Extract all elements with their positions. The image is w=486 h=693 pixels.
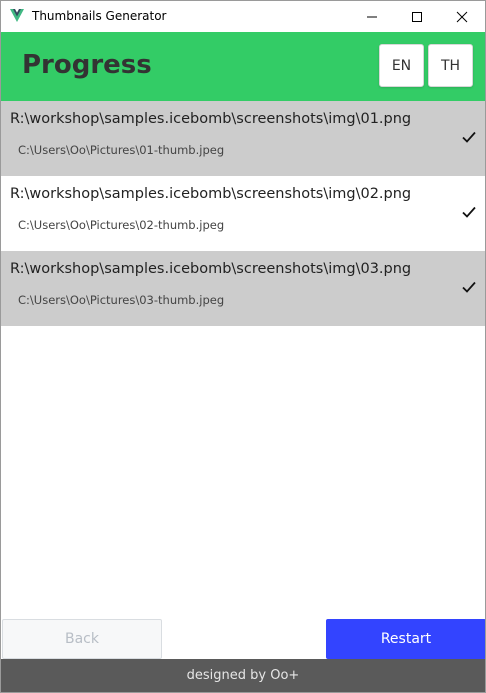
list-item: R:\workshop\samples.icebomb\screenshots\… xyxy=(1,251,485,326)
close-icon xyxy=(456,11,468,23)
checkmark-icon xyxy=(462,206,476,218)
title-bar[interactable]: Thumbnails Generator xyxy=(1,1,485,32)
checkmark-icon xyxy=(462,131,476,143)
close-button[interactable] xyxy=(439,1,485,32)
back-button[interactable]: Back xyxy=(2,619,162,659)
language-th-button[interactable]: TH xyxy=(428,44,473,87)
list-item: R:\workshop\samples.icebomb\screenshots\… xyxy=(1,101,485,176)
list-item: R:\workshop\samples.icebomb\screenshots\… xyxy=(1,176,485,251)
output-path: C:\Users\Oo\Pictures\01-thumb.jpeg xyxy=(18,143,225,157)
checkmark-icon xyxy=(462,281,476,293)
maximize-button[interactable] xyxy=(394,1,440,32)
page-title: Progress xyxy=(22,50,152,80)
restart-button[interactable]: Restart xyxy=(326,619,485,659)
progress-list: R:\workshop\samples.icebomb\screenshots\… xyxy=(1,101,485,326)
footer-credit: designed by Oo+ xyxy=(1,659,485,692)
vue-logo-icon xyxy=(10,9,24,22)
maximize-icon xyxy=(412,12,422,22)
output-path: C:\Users\Oo\Pictures\03-thumb.jpeg xyxy=(18,293,225,307)
language-en-button[interactable]: EN xyxy=(379,44,424,87)
source-path: R:\workshop\samples.icebomb\screenshots\… xyxy=(10,111,412,127)
source-path: R:\workshop\samples.icebomb\screenshots\… xyxy=(10,186,412,202)
minimize-button[interactable] xyxy=(349,1,395,32)
page-header: Progress EN TH xyxy=(1,32,485,101)
minimize-icon xyxy=(367,16,377,18)
app-window: Thumbnails Generator Progress EN TH R:\w… xyxy=(0,0,486,693)
output-path: C:\Users\Oo\Pictures\02-thumb.jpeg xyxy=(18,218,225,232)
source-path: R:\workshop\samples.icebomb\screenshots\… xyxy=(10,261,412,277)
window-title: Thumbnails Generator xyxy=(32,9,167,23)
